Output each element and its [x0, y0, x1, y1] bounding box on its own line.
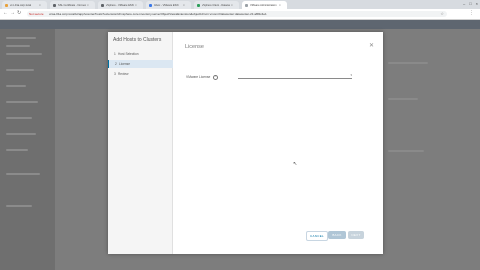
next-button[interactable]: NEXT [348, 231, 364, 239]
license-field-label: VMware License [186, 75, 211, 79]
background-placeholder [6, 117, 32, 119]
tab-label: VMware Administration [250, 3, 277, 7]
app-header [0, 20, 480, 29]
chevron-down-icon: ▾ [350, 73, 352, 77]
step-label: License [119, 62, 130, 66]
add-hosts-wizard-modal: Add Hosts to Clusters 1 Host Selection 2… [108, 32, 383, 254]
tab-favicon-icon [149, 3, 152, 7]
info-icon[interactable]: i [213, 75, 218, 80]
page-title: License [185, 44, 204, 50]
background-placeholder [6, 37, 36, 39]
tab-favicon-icon [245, 3, 248, 7]
url-text[interactable]: vcsa-01a.corp.local/ui/app/vcenter/hosts… [49, 12, 439, 16]
background-placeholder [6, 173, 40, 175]
window-controls: – □ × [463, 1, 478, 6]
tab-close-icon[interactable]: × [135, 3, 137, 7]
tab-close-icon[interactable]: × [231, 3, 233, 7]
not-secure-badge[interactable]: Not secure [29, 12, 44, 16]
tab-label: Inbox - VMware ESXi [154, 3, 179, 7]
tab-close-icon[interactable]: × [279, 3, 281, 7]
tab-favicon-icon [197, 3, 200, 7]
browser-tab-5[interactable]: vSphere Client - Datacenter × [194, 1, 239, 9]
background-placeholder [6, 53, 42, 55]
tab-label: SSL Certificate - Not secure [58, 3, 86, 7]
address-bar[interactable]: Not secure vcsa-01a.corp.local/ui/app/vc… [27, 11, 447, 17]
forward-arrow-icon[interactable]: → [10, 11, 15, 16]
wizard-step-host-selection[interactable]: 1 Host Selection [108, 50, 172, 58]
back-button[interactable]: BACK [328, 231, 346, 239]
wizard-step-license[interactable]: 2 License [108, 60, 173, 68]
close-window-icon[interactable]: × [476, 1, 478, 6]
background-placeholder [388, 98, 418, 100]
background-placeholder [6, 45, 30, 47]
background-sidebar [0, 29, 55, 270]
tab-favicon-icon [5, 3, 8, 7]
background-placeholder [6, 69, 34, 71]
tab-label: vc-l-01a.corp.local [10, 3, 32, 7]
background-placeholder [6, 85, 26, 87]
background-placeholder [388, 150, 424, 152]
browser-tab-6[interactable]: VMware Administration × [242, 1, 287, 9]
tab-label: vSphere Client - Datacenter [202, 3, 230, 7]
step-label: Host Selection [118, 52, 139, 56]
background-placeholder [6, 205, 32, 207]
background-placeholder [6, 101, 38, 103]
tab-close-icon[interactable]: × [39, 3, 41, 7]
tab-favicon-icon [101, 3, 104, 7]
bookmark-star-icon[interactable]: ☆ [440, 11, 444, 16]
license-select[interactable]: ▾ [238, 73, 352, 79]
back-arrow-icon[interactable]: ← [3, 11, 8, 16]
browser-tab-4[interactable]: Inbox - VMware ESXi × [146, 1, 191, 9]
browser-tab-3[interactable]: vSphere - VMware ESXi × [98, 1, 143, 9]
tab-close-icon[interactable]: × [183, 3, 185, 7]
step-label: Review [118, 72, 129, 76]
background-placeholder [6, 149, 28, 151]
tab-favicon-icon [53, 3, 56, 7]
browser-tab-2[interactable]: SSL Certificate - Not secure × [50, 1, 95, 9]
tab-label: vSphere - VMware ESXi [106, 3, 134, 7]
wizard-title: Add Hosts to Clusters [113, 37, 162, 43]
mouse-cursor-icon: ↖ [293, 161, 298, 167]
cancel-button[interactable]: CANCEL [306, 231, 328, 241]
close-icon[interactable]: ✕ [369, 42, 374, 49]
browser-menu-icon[interactable]: ⋮ [469, 10, 474, 16]
wizard-step-review[interactable]: 3 Review [108, 70, 172, 78]
browser-tab-bar: vc-l-01a.corp.local × SSL Certificate - … [0, 0, 480, 9]
tab-close-icon[interactable]: × [87, 3, 89, 7]
browser-tab-1[interactable]: vc-l-01a.corp.local × [2, 1, 47, 9]
reload-icon[interactable]: ↻ [17, 11, 21, 16]
maximize-icon[interactable]: □ [469, 1, 471, 6]
background-placeholder [6, 133, 36, 135]
background-placeholder [388, 62, 428, 64]
minimize-icon[interactable]: – [463, 1, 465, 6]
browser-toolbar: ← → ↻ Not secure vcsa-01a.corp.local/ui/… [0, 9, 480, 20]
wizard-steps-panel: Add Hosts to Clusters 1 Host Selection 2… [108, 32, 173, 254]
